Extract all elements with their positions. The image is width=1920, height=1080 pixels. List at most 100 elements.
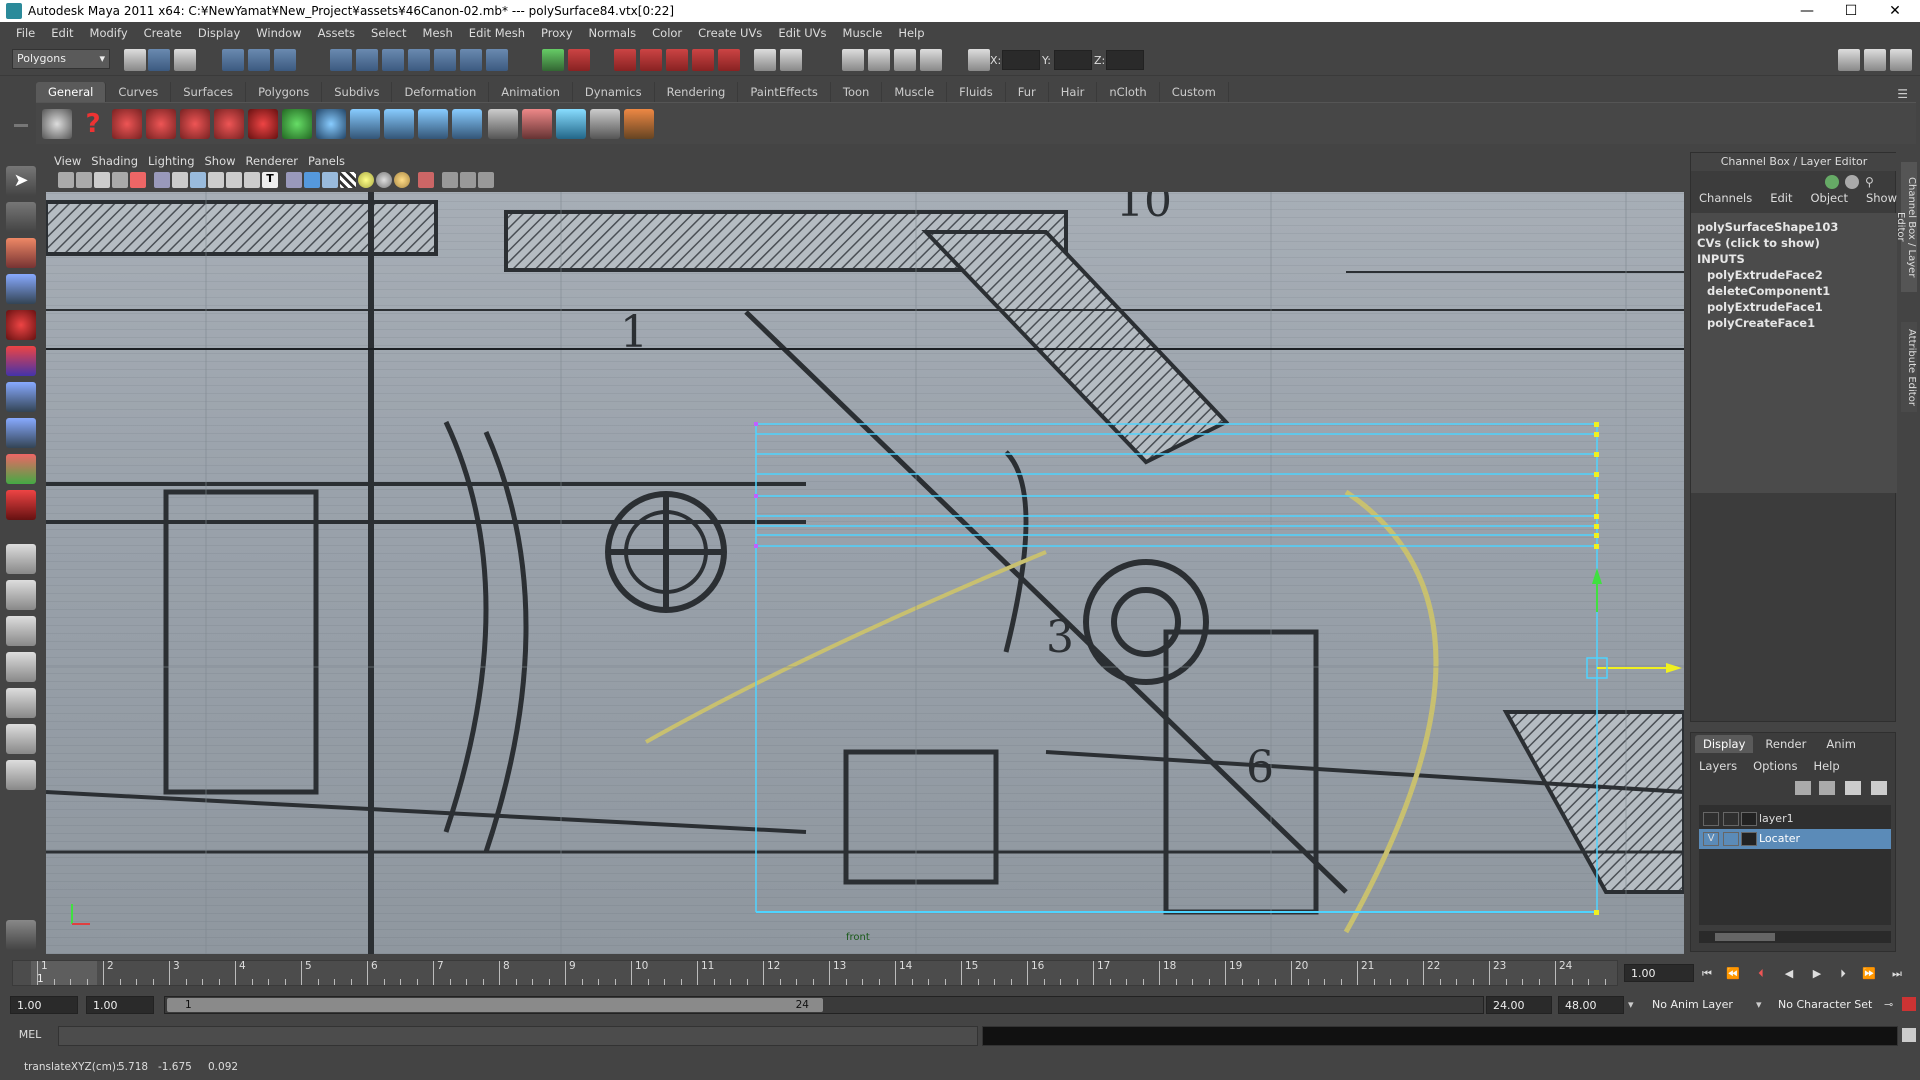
menu-color[interactable]: Color [644, 26, 690, 40]
help-icon[interactable]: ? [78, 109, 108, 139]
move-tool-icon[interactable] [6, 274, 36, 304]
sphere-icon[interactable] [316, 109, 346, 139]
mode-selector[interactable]: Polygons ▾ [12, 49, 110, 69]
transform-input-icon[interactable] [968, 49, 990, 71]
manipulator-tool-icon[interactable] [6, 382, 36, 412]
new-layer-icon[interactable] [1795, 781, 1811, 795]
menu-window[interactable]: Window [248, 26, 309, 40]
xray-joints-icon[interactable] [460, 172, 476, 188]
tab-custom[interactable]: Custom [1160, 82, 1229, 102]
tab-dynamics[interactable]: Dynamics [573, 82, 655, 102]
animation-start-field[interactable]: 1.00 [10, 996, 78, 1014]
layer-scrollbar[interactable] [1699, 931, 1891, 943]
options-menu[interactable]: Options [1753, 759, 1797, 773]
attribute-toggle-icon[interactable] [780, 49, 802, 71]
wireframe-icon[interactable] [286, 172, 302, 188]
close-button[interactable]: ✕ [1872, 0, 1918, 22]
safe-action-icon[interactable] [244, 172, 260, 188]
paint-select-tool-icon[interactable] [6, 238, 36, 268]
tab-painteffects[interactable]: PaintEffects [738, 82, 831, 102]
pin-icon[interactable]: ⚲ [1865, 175, 1879, 189]
shelf-menu-icon[interactable]: ☰ [1897, 87, 1908, 101]
tab-rendering[interactable]: Rendering [655, 82, 739, 102]
four-view-icon[interactable] [6, 580, 36, 610]
new-scene-icon[interactable] [124, 49, 146, 71]
menu-edit-uvs[interactable]: Edit UVs [770, 26, 834, 40]
help-menu[interactable]: Help [1813, 759, 1839, 773]
visibility-toggle[interactable]: V [1703, 832, 1719, 846]
toolbox-toggle-icon[interactable] [842, 49, 864, 71]
auto-key-icon[interactable] [1902, 997, 1916, 1011]
resolution-gate-icon[interactable] [190, 172, 206, 188]
menu-mesh[interactable]: Mesh [415, 26, 461, 40]
tab-subdivs[interactable]: Subdivs [322, 82, 393, 102]
query-icon[interactable] [486, 49, 508, 71]
go-to-start-icon[interactable]: ⏮ [1698, 966, 1716, 982]
joint-icon-1[interactable] [350, 109, 380, 139]
menu-display[interactable]: Display [190, 26, 248, 40]
menu-create-uvs[interactable]: Create UVs [690, 26, 770, 40]
y-field[interactable] [1054, 50, 1092, 70]
grid-toggle-icon[interactable] [154, 172, 170, 188]
select-by-object-icon[interactable] [248, 49, 270, 71]
snap-plane-icon[interactable] [408, 49, 430, 71]
menu-edit[interactable]: Edit [43, 26, 81, 40]
menu-modify[interactable]: Modify [82, 26, 136, 40]
menu-proxy[interactable]: Proxy [533, 26, 581, 40]
menu-create[interactable]: Create [136, 26, 190, 40]
tool-icon-6[interactable] [214, 109, 244, 139]
snap-grid-icon[interactable] [330, 49, 352, 71]
history-icon[interactable] [460, 49, 482, 71]
camera-icon[interactable] [58, 172, 74, 188]
brush-icon[interactable] [624, 109, 654, 139]
layer-color-swatch[interactable] [1741, 832, 1757, 846]
move-up-layer-icon[interactable] [1845, 781, 1861, 795]
x-field[interactable] [1002, 50, 1040, 70]
viewport-menu-show[interactable]: Show [205, 154, 246, 168]
settings-icon[interactable] [6, 920, 36, 950]
script-editor-icon[interactable] [1902, 1028, 1916, 1042]
step-forward-frame-icon[interactable]: ⏩ [1860, 966, 1878, 982]
joint-icon-2[interactable] [384, 109, 414, 139]
layer-row[interactable]: layer1 [1699, 809, 1891, 829]
mel-input[interactable] [58, 1026, 978, 1046]
animation-end-field[interactable]: 48.00 [1558, 996, 1624, 1014]
deform-icon[interactable] [522, 109, 552, 139]
layout-persp-icon[interactable] [1890, 49, 1912, 71]
move-down-layer-icon[interactable] [1871, 781, 1887, 795]
cube-icon[interactable] [556, 109, 586, 139]
tab-attribute-editor[interactable]: Attribute Editor [1901, 322, 1917, 412]
tab-render[interactable]: Render [1757, 735, 1814, 753]
xray-icon[interactable] [442, 172, 458, 188]
menu-file[interactable]: File [8, 26, 43, 40]
open-scene-icon[interactable] [148, 49, 170, 71]
input-node[interactable]: polyExtrudeFace2 [1697, 267, 1891, 283]
scale-tool-icon[interactable] [6, 346, 36, 376]
anim-layer-selector[interactable]: No Anim Layer [1646, 996, 1754, 1014]
image-plane-icon[interactable] [112, 172, 128, 188]
tab-channel-box[interactable]: Channel Box / Layer Editor [1895, 162, 1917, 292]
display-type-toggle[interactable] [1723, 832, 1739, 846]
field-chart-icon[interactable] [226, 172, 242, 188]
tab-toon[interactable]: Toon [831, 82, 883, 102]
hypergraph-toggle-icon[interactable] [920, 49, 942, 71]
reel-icon[interactable] [42, 109, 72, 139]
safe-title-icon[interactable]: T [262, 172, 278, 188]
render-view-icon[interactable] [718, 49, 740, 71]
graph-toggle-icon[interactable] [894, 49, 916, 71]
channel-toggle-icon[interactable] [754, 49, 776, 71]
construction-history-icon[interactable] [568, 49, 590, 71]
snap-point-icon[interactable] [382, 49, 404, 71]
tool-icon-3[interactable] [112, 109, 142, 139]
output-icon[interactable] [1845, 175, 1859, 189]
go-to-end-icon[interactable]: ⏭ [1888, 966, 1906, 982]
edit-menu[interactable]: Edit [1770, 191, 1792, 209]
menu-select[interactable]: Select [363, 26, 414, 40]
make-live-icon[interactable] [434, 49, 456, 71]
input-icon[interactable] [1825, 175, 1839, 189]
step-back-frame-icon[interactable]: ⏪ [1724, 966, 1742, 982]
time-slider[interactable]: 1 2 3 4 5 6 7 8 9 10 11 12 13 14 15 16 17 18 19 20 21 22 23 24 … [12, 960, 1618, 986]
xray-components-icon[interactable] [478, 172, 494, 188]
visibility-toggle[interactable] [1703, 812, 1719, 826]
tab-general[interactable]: General [36, 82, 107, 102]
